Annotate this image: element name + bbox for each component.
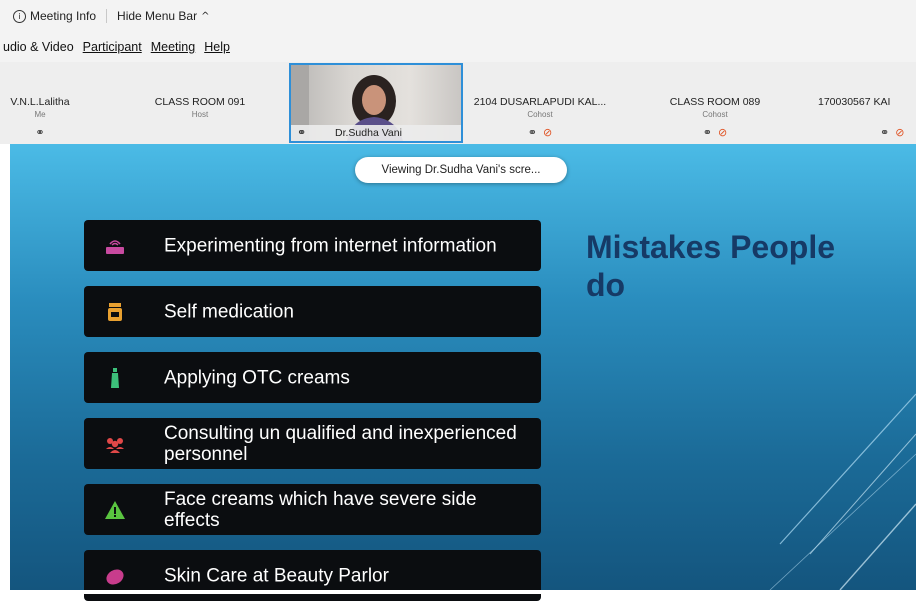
slide-bullet-text: Self medication [164, 301, 294, 322]
slide-heading: Mistakes People do [586, 228, 916, 304]
headset-icon: ⚭ [527, 126, 537, 139]
slide-heading-line-2: do [586, 267, 626, 303]
menu-participant[interactable]: Participant [83, 40, 142, 54]
video-nameplate: ⚭ Dr.Sudha Vani [291, 125, 461, 141]
router-icon [106, 239, 124, 254]
participant-role: Cohost [702, 110, 728, 119]
slide-bullet-text: Experimenting from internet information [164, 235, 497, 256]
headset-icon: ⚭ [702, 126, 712, 139]
screen-share-toast: Viewing Dr.Sudha Vani's scre... [355, 157, 567, 183]
top-bar: i Meeting Info Hide Menu Bar ^ [0, 0, 916, 32]
meeting-info-button[interactable]: i Meeting Info [13, 9, 96, 23]
cream-tube-icon [111, 367, 119, 388]
slide-bullet-text: Consulting un qualified and inexperience… [164, 422, 517, 465]
toolbar-divider [106, 9, 108, 23]
mic-muted-icon: ⊘ [895, 126, 905, 139]
mic-muted-icon: ⊘ [543, 126, 553, 139]
participant-status: ⚭ [0, 126, 110, 139]
participant-tile-lalitha[interactable]: V.N.L.Lalitha Me ⚭ [0, 62, 110, 144]
speaker-face [362, 85, 386, 115]
participant-tile-classroom-089[interactable]: CLASS ROOM 089 Cohost ⚭ ⊘ [640, 62, 790, 144]
slide-heading-line-1: Mistakes People [586, 229, 835, 265]
warning-icon [105, 500, 125, 519]
headset-icon: ⚭ [297, 126, 307, 139]
slide-bullet-1: Experimenting from internet information [84, 220, 541, 271]
headset-icon: ⚭ [880, 126, 890, 139]
menu-bar: udio & Video Participant Meeting Help [0, 32, 916, 62]
participant-name: 170030567 KAI [818, 96, 891, 108]
participant-tile-dusarlapudi[interactable]: 2104 DUSARLAPUDI KAL... Cohost ⚭ ⊘ [465, 62, 615, 144]
participant-tile-170030567[interactable]: 170030567 KAI ⚭ ⊘ [816, 62, 916, 144]
participant-role: Host [191, 110, 209, 119]
participant-role: Cohost [527, 110, 553, 119]
window-edge-bottom [0, 590, 916, 594]
slide-bullet-2: Self medication [84, 286, 541, 337]
hide-menu-bar-button[interactable]: Hide Menu Bar ^ [117, 9, 209, 23]
slide-bullet-text: Skin Care at Beauty Parlor [164, 565, 389, 586]
video-speaker-name: Dr.Sudha Vani [335, 127, 402, 139]
slide-bullet-5: Face creams which have severe side effec… [84, 484, 541, 535]
slide-bullet-3: Applying OTC creams [84, 352, 541, 403]
participant-name: CLASS ROOM 089 [669, 96, 761, 108]
participant-status: ⚭ ⊘ [465, 126, 615, 139]
people-group-icon [106, 437, 124, 453]
chevron-up-icon: ^ [201, 10, 210, 22]
menu-meeting-label: Meeting [150, 40, 196, 54]
participant-tile-classroom-091[interactable]: CLASS ROOM 091 Host [130, 62, 270, 144]
mic-muted-icon: ⊘ [718, 126, 728, 139]
menu-audio-video[interactable]: udio & Video [3, 40, 74, 54]
meeting-info-label: Meeting Info [30, 9, 97, 23]
lipstick-icon [106, 568, 124, 585]
menu-meeting[interactable]: Meeting [151, 40, 195, 54]
active-video-tile[interactable]: ⚭ Dr.Sudha Vani [289, 63, 463, 143]
pill-bottle-icon [108, 302, 122, 321]
headset-icon: ⚭ [35, 126, 45, 139]
participant-name: 2104 DUSARLAPUDI KAL... [473, 96, 607, 108]
hide-menu-bar-label: Hide Menu Bar [117, 9, 198, 23]
menu-help[interactable]: Help [204, 40, 230, 54]
deco-line [839, 503, 916, 590]
window-edge-left [0, 144, 10, 594]
participant-status: ⚭ ⊘ [640, 126, 790, 139]
deco-line [779, 393, 916, 545]
slide-bullet-text: Face creams which have severe side effec… [164, 488, 477, 531]
participant-role: Me [34, 110, 46, 119]
participant-name: V.N.L.Lalitha [10, 96, 70, 108]
participant-name: CLASS ROOM 091 [154, 96, 246, 108]
menu-participant-label: Participant [82, 40, 142, 54]
menu-help-label: Help [204, 40, 230, 54]
participant-status: ⚭ ⊘ [880, 126, 916, 139]
slide-bullet-text: Applying OTC creams [164, 367, 350, 388]
slide-bullet-4: Consulting un qualified and inexperience… [84, 418, 541, 469]
info-icon: i [13, 9, 26, 23]
